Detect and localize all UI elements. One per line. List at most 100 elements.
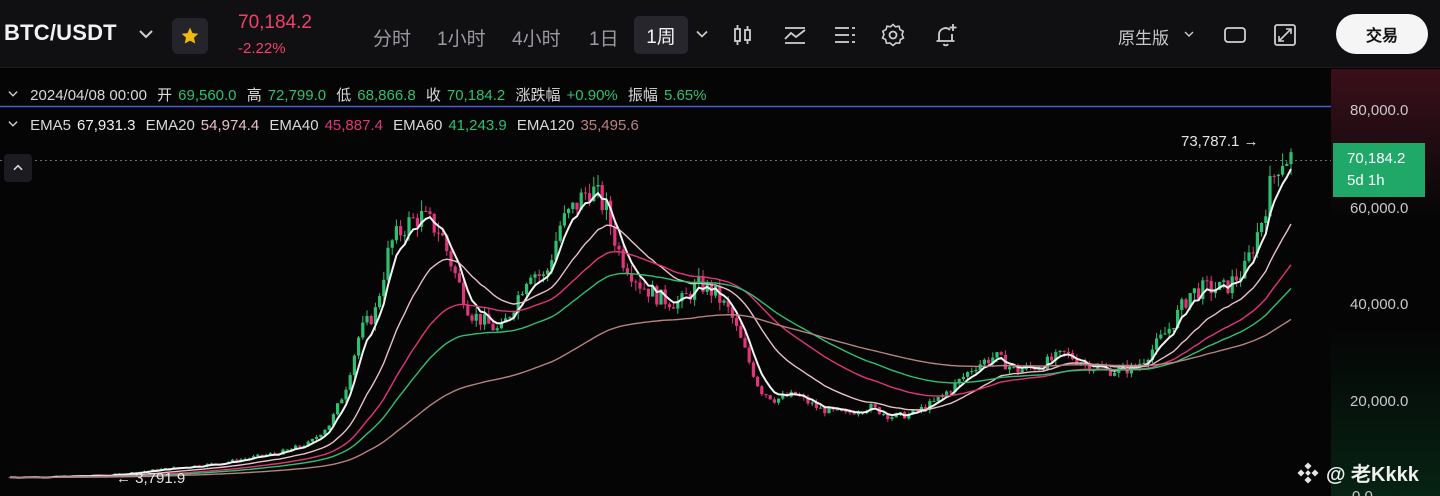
low-label: 低 (336, 87, 352, 104)
high-value: 72,799.0 (267, 87, 327, 104)
candle-body (1234, 276, 1238, 281)
current-price-tag: 70,184.2 5d 1h (1333, 143, 1425, 197)
candle-body (562, 213, 566, 226)
candle-body (495, 328, 499, 331)
ema-line-ema120 (10, 313, 1292, 478)
candle-body (1184, 299, 1188, 308)
candle-body (823, 407, 827, 414)
candle-body (533, 274, 537, 278)
candle-body (369, 315, 373, 325)
candle-body (1272, 175, 1276, 177)
candle-body (352, 355, 356, 376)
candle-body (756, 376, 760, 387)
ema20-label: EMA20 (145, 117, 195, 134)
candle-body (936, 396, 940, 401)
candle-body (357, 337, 361, 356)
candle-body (873, 404, 877, 408)
timeframe-4h[interactable]: 4小时 (512, 24, 561, 51)
price-axis[interactable] (1331, 69, 1440, 496)
candle-body (483, 314, 487, 325)
candle-body (256, 454, 260, 457)
candle-body (491, 323, 495, 331)
axis-label-60000: 60,000.0 (1350, 200, 1409, 217)
candle-countdown: 5d 1h (1347, 172, 1385, 189)
favorite-star-button[interactable] (172, 18, 208, 54)
window-icon[interactable] (1222, 22, 1248, 48)
chevron-down-icon[interactable] (134, 22, 158, 46)
candle-body (344, 389, 348, 400)
candle-body (1142, 362, 1146, 364)
candle-body (667, 304, 671, 308)
candle-body (999, 352, 1003, 355)
candle-body (424, 210, 428, 212)
candle-body (949, 391, 953, 393)
ema60-label: EMA60 (393, 117, 443, 134)
candle-body (1180, 299, 1184, 310)
candle-body (457, 273, 461, 283)
price-change-percent: -2.22% (238, 40, 286, 57)
timeframe-1h[interactable]: 1小时 (437, 24, 486, 51)
candlestick-type-icon[interactable] (730, 22, 756, 48)
candle-body (735, 317, 739, 326)
candle-body (1020, 369, 1024, 373)
candle-body (1289, 152, 1293, 165)
candle-body (777, 398, 781, 403)
candle-body (348, 375, 352, 390)
axis-label-0: 0.0 (1352, 488, 1373, 496)
pair-symbol[interactable]: BTC/USDT (4, 20, 117, 46)
chevron-down-icon[interactable] (6, 117, 20, 131)
candle-body (617, 245, 621, 250)
timeframe-1w[interactable]: 1周 (634, 16, 688, 54)
candle-body (768, 395, 772, 400)
change-label: 涨跌幅 (515, 87, 561, 104)
chevron-down-icon[interactable] (6, 87, 20, 101)
candle-body (315, 436, 319, 439)
ema-lines (9, 168, 1292, 479)
candle-body (462, 282, 466, 306)
open-label: 开 (157, 87, 173, 104)
candle-body (1285, 164, 1289, 166)
timeframe-fenshi[interactable]: 分时 (373, 24, 411, 51)
gear-icon[interactable] (880, 22, 906, 48)
candle-body (1264, 216, 1268, 223)
indicator-icon[interactable] (782, 22, 808, 48)
candle-body (1159, 334, 1163, 339)
candle-body (646, 288, 650, 297)
axis-label-80000: 80,000.0 (1350, 102, 1409, 119)
candle-body (474, 313, 478, 321)
candle-body (1260, 222, 1264, 233)
candle-body (890, 417, 894, 419)
candle-body (987, 359, 991, 364)
ema-line-ema60 (10, 272, 1292, 478)
low-annotation: ← 3,791.9 (116, 470, 186, 487)
native-version-select[interactable]: 原生版 (1118, 24, 1169, 49)
candle-body (722, 300, 726, 303)
alert-add-icon[interactable] (933, 22, 959, 48)
candle-body (478, 313, 482, 325)
list-icon[interactable] (832, 22, 858, 48)
candle-body (319, 434, 323, 437)
candle-body (470, 315, 474, 321)
low-value: 68,866.8 (357, 87, 416, 104)
collapse-indicators-button[interactable] (4, 154, 32, 182)
candle-body (1008, 366, 1012, 370)
ema5-value: 67,931.3 (77, 117, 136, 134)
ema-row: EMA5 67,931.3 EMA20 54,974.4 EMA40 45,887.4… (6, 117, 645, 134)
candle-body (390, 240, 394, 248)
candle-body (844, 411, 848, 413)
candle-body (1251, 252, 1255, 254)
amplitude-value: 5.65% (663, 87, 707, 104)
timeframe-1d[interactable]: 1日 (589, 24, 619, 51)
candle-body (743, 337, 747, 348)
candle-body (1066, 351, 1070, 354)
timeframe-more-chevron-icon[interactable] (692, 24, 712, 44)
candle-body (558, 225, 562, 241)
candle-body (1222, 280, 1226, 282)
axis-label-40000: 40,000.0 (1350, 296, 1409, 313)
candle-body (1276, 174, 1280, 177)
trade-button[interactable]: 交易 (1336, 14, 1428, 54)
chevron-down-icon[interactable] (1181, 26, 1197, 42)
candle-body (361, 322, 365, 338)
fullscreen-icon[interactable] (1272, 22, 1298, 48)
candle-body (399, 226, 403, 236)
